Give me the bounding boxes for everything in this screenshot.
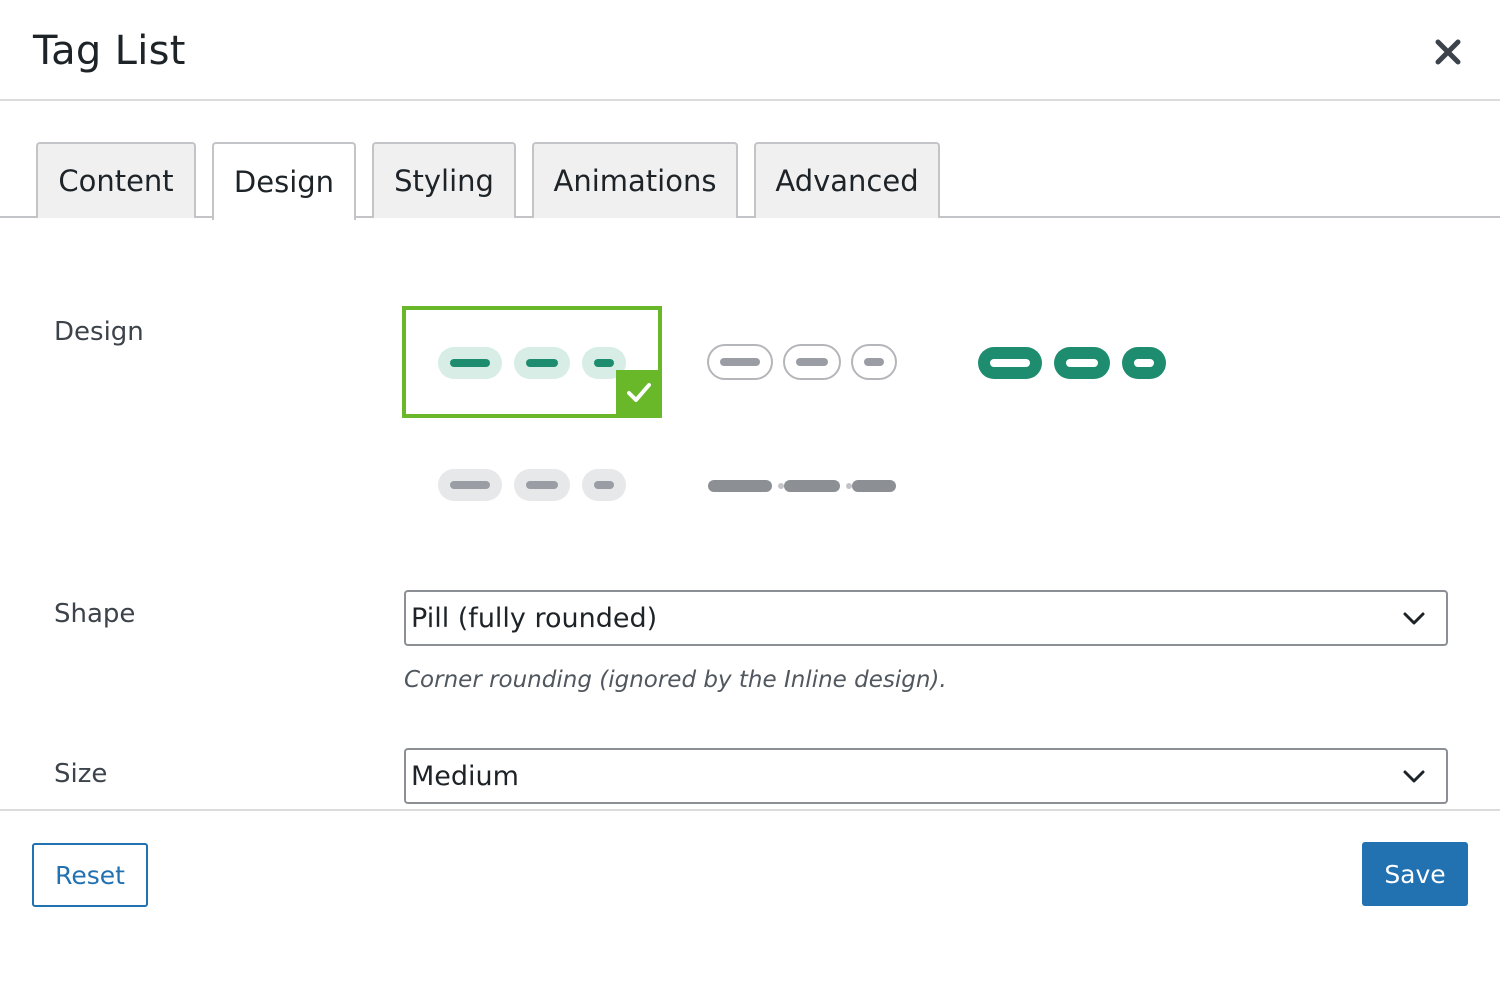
tag-preview	[978, 347, 1042, 379]
design-option-inline[interactable]	[700, 466, 906, 502]
size-select[interactable]: Medium	[404, 748, 1448, 804]
tab-advanced[interactable]: Advanced	[754, 142, 940, 218]
tag-preview	[707, 344, 773, 380]
tab-animations[interactable]: Animations	[532, 142, 738, 218]
size-value: Medium	[411, 760, 519, 792]
chevron-down-icon	[1402, 764, 1426, 795]
tag-preview	[708, 480, 772, 492]
save-button[interactable]: Save	[1362, 842, 1468, 906]
design-option-soft[interactable]	[402, 306, 662, 418]
chevron-down-icon	[1402, 606, 1426, 637]
tab-label: Advanced	[775, 164, 919, 198]
tab-bar: Content Design Styling Animations Advanc…	[0, 142, 1500, 220]
tag-preview	[514, 347, 570, 379]
tag-preview	[852, 480, 896, 492]
shape-value: Pill (fully rounded)	[411, 602, 658, 634]
design-option-outline[interactable]	[700, 340, 906, 384]
tab-styling[interactable]: Styling	[372, 142, 516, 218]
checkmark-icon	[616, 370, 662, 418]
tab-design[interactable]: Design	[212, 142, 356, 220]
tag-preview	[1122, 347, 1166, 379]
tab-label: Content	[58, 164, 174, 198]
design-option-soft-gray[interactable]	[430, 462, 636, 506]
dialog-title: Tag List	[33, 28, 186, 74]
tab-content[interactable]: Content	[36, 142, 196, 218]
tab-label: Styling	[394, 164, 494, 198]
tag-preview	[438, 347, 502, 379]
shape-help-text: Corner rounding (ignored by the Inline d…	[404, 667, 947, 693]
shape-select[interactable]: Pill (fully rounded)	[404, 590, 1448, 646]
size-label: Size	[54, 759, 108, 789]
tag-preview	[582, 469, 626, 501]
tag-preview	[783, 344, 841, 380]
tag-preview	[438, 469, 502, 501]
dialog-header: Tag List	[0, 0, 1500, 101]
dialog-footer: Reset Save	[0, 809, 1500, 1000]
tab-label: Design	[233, 165, 335, 199]
tag-preview	[514, 469, 570, 501]
shape-label: Shape	[54, 599, 136, 629]
tag-preview	[784, 480, 840, 492]
reset-button[interactable]: Reset	[32, 843, 148, 907]
tab-label: Animations	[553, 164, 717, 198]
close-icon[interactable]	[1428, 34, 1468, 70]
design-option-solid[interactable]	[970, 340, 1176, 384]
tag-preview	[851, 344, 897, 380]
tag-preview	[1054, 347, 1110, 379]
design-label: Design	[54, 317, 144, 347]
